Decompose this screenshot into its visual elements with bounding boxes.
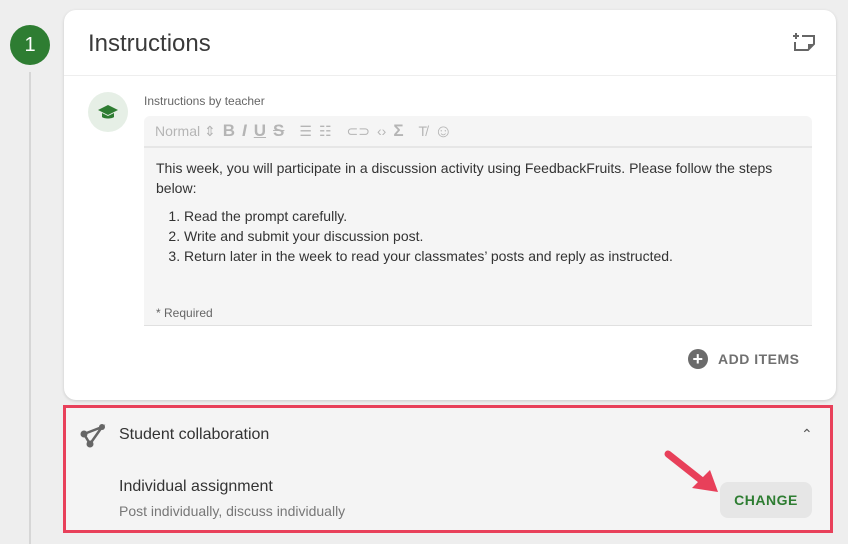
card-title: Instructions <box>88 30 211 57</box>
format-select-value: Normal <box>155 122 201 139</box>
list-item: Return later in the week to read your cl… <box>184 246 796 266</box>
bullet-list-icon[interactable]: ☷ <box>319 123 332 140</box>
add-note-icon[interactable] <box>792 32 816 52</box>
link-icon[interactable]: ⊂⊃ <box>347 123 370 140</box>
emoji-icon[interactable]: ☺ <box>434 121 452 142</box>
ordered-list-icon[interactable]: ☰ <box>299 123 312 140</box>
code-icon[interactable]: ‹› <box>377 123 386 139</box>
bold-button[interactable]: B <box>223 121 235 141</box>
assignment-description: Post individually, discuss individually <box>119 503 346 519</box>
pointer-arrow-icon <box>664 450 718 492</box>
italic-button[interactable]: I <box>242 121 247 141</box>
underline-button[interactable]: U <box>254 121 266 141</box>
collaboration-title: Student collaboration <box>119 426 270 443</box>
step-timeline-line <box>29 72 31 544</box>
add-items-label: ADD ITEMS <box>718 351 800 367</box>
instructions-content[interactable]: This week, you will participate in a dis… <box>156 158 796 266</box>
collapse-chevron-icon[interactable]: ⌃ <box>801 426 813 443</box>
list-item: Write and submit your discussion post. <box>184 226 796 246</box>
required-note: * Required <box>156 306 213 320</box>
student-collaboration-panel: Student collaboration ⌃ Individual assig… <box>63 405 833 533</box>
format-select[interactable]: Normal ⇕ <box>155 123 216 140</box>
list-item: Read the prompt carefully. <box>184 206 796 226</box>
rich-text-editor[interactable]: Normal ⇕ B I U S ☰ ☷ ⊂⊃ ‹› Σ T̸ ☺ This w… <box>144 116 812 326</box>
add-items-button[interactable]: + ADD ITEMS <box>688 349 800 369</box>
editor-toolbar: Normal ⇕ B I U S ☰ ☷ ⊂⊃ ‹› Σ T̸ ☺ <box>144 116 812 148</box>
instructions-card: Instructions Instructions by teacher Nor… <box>64 10 836 400</box>
graduation-cap-icon <box>98 105 118 119</box>
change-button[interactable]: CHANGE <box>720 482 812 518</box>
clear-format-icon[interactable]: T̸ <box>419 123 428 139</box>
formula-icon[interactable]: Σ <box>393 121 403 141</box>
plus-circle-icon: + <box>688 349 708 369</box>
intro-text: This week, you will participate in a dis… <box>156 160 773 196</box>
teacher-avatar <box>88 92 128 132</box>
assignment-type: Individual assignment <box>119 478 273 495</box>
header-divider <box>64 75 836 76</box>
step-number-badge: 1 <box>10 25 50 65</box>
instructions-by-label: Instructions by teacher <box>144 94 265 108</box>
strikethrough-button[interactable]: S <box>273 121 284 141</box>
network-icon <box>80 424 106 448</box>
